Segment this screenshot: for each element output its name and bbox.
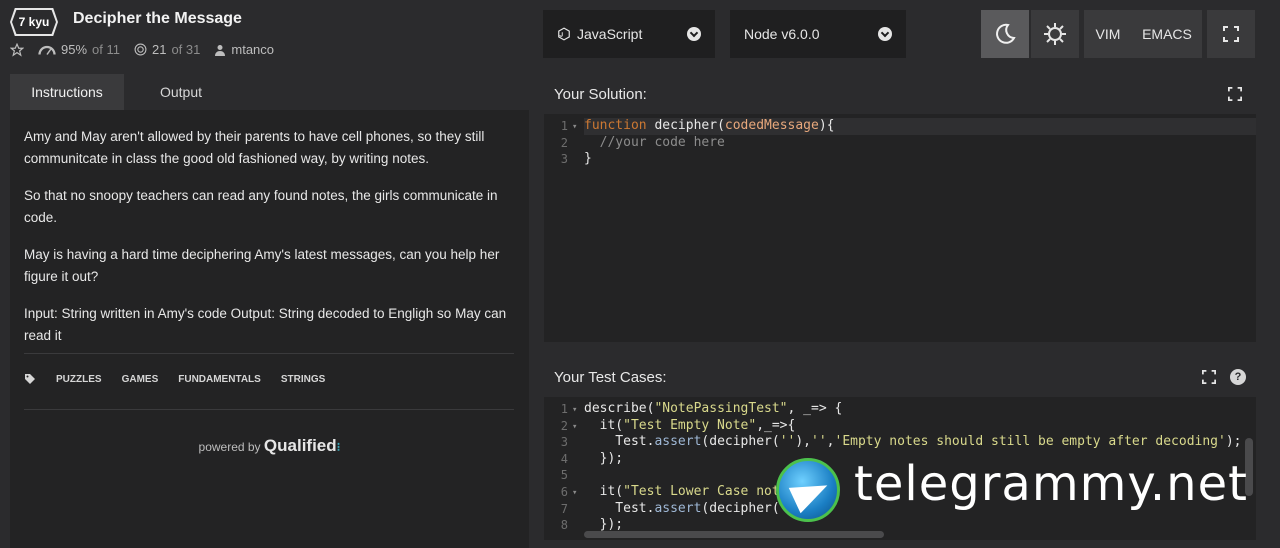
kata-stats: 95% of 11 21 of 31 mtanco: [10, 42, 274, 57]
code-line: 2 ▾ it("Test Empty Note",_=>{: [560, 417, 796, 433]
author-name[interactable]: mtanco: [231, 42, 274, 57]
vim-mode-button[interactable]: VIM: [1084, 10, 1132, 58]
solution-header: Your Solution:: [544, 74, 1256, 114]
code-line: 1 ▾ describe("NotePassingTest", _=> {: [560, 401, 843, 416]
horizontal-scrollbar[interactable]: [584, 531, 884, 538]
chevron-down-icon: [878, 27, 892, 41]
instructions-panel: Instructions Output Amy and May aren't a…: [10, 74, 529, 548]
runtime-select[interactable]: Node v6.0.0: [730, 10, 906, 58]
code-line: 2 //your code here: [560, 134, 725, 150]
telegram-logo: [776, 458, 840, 522]
light-theme-button[interactable]: [1031, 10, 1079, 58]
expand-icon[interactable]: [1228, 87, 1242, 101]
emacs-mode-button[interactable]: EMACS: [1132, 10, 1202, 58]
dark-theme-button[interactable]: [981, 10, 1029, 58]
language-select[interactable]: JavaScript: [543, 10, 715, 58]
expand-icon: [1223, 26, 1239, 42]
description-paragraph: Amy and May aren't allowed by their pare…: [24, 129, 485, 166]
javascript-icon: [558, 27, 570, 41]
tab-instructions[interactable]: Instructions: [10, 74, 124, 110]
solution-code-editor[interactable]: 1 ▾ function decipher(codedMessage){ 2 //y…: [544, 114, 1256, 168]
description-paragraph: Input: String written in Amy's code Outp…: [24, 306, 507, 343]
author-link[interactable]: mtanco: [214, 42, 274, 57]
chevron-down-icon: [687, 27, 701, 41]
panel-tabs: Instructions Output: [10, 74, 529, 110]
kata-editor-screen: 7 kyu Decipher the Message 95% of 11 21 …: [0, 0, 1280, 548]
completed-stat: 21 of 31: [134, 42, 200, 57]
solution-editor-panel: Your Solution: 1 ▾ function decipher(coded…: [544, 74, 1256, 342]
qualified-logo: Qualified: [263, 436, 337, 455]
gear-icon: [1044, 23, 1066, 45]
code-line: 1 ▾ function decipher(codedMessage){: [560, 118, 835, 133]
help-icon[interactable]: ?: [1230, 369, 1246, 385]
code-line: 3 Test.assert(decipher(''),'','Empty not…: [560, 434, 1242, 450]
satisfaction-of: of 11: [92, 42, 120, 57]
qualified-mark: ⁝: [336, 440, 341, 454]
watermark-text: telegrammy.net: [854, 456, 1248, 512]
code-line: 3}: [560, 151, 592, 167]
satisfaction-value: 95%: [61, 42, 88, 57]
tests-title: Your Test Cases:: [554, 368, 667, 386]
completed-value: 21: [151, 42, 167, 57]
tag-games[interactable]: GAMES: [122, 374, 159, 385]
kata-title[interactable]: Decipher the Message: [73, 10, 242, 28]
moon-icon: [996, 23, 1016, 44]
user-icon: [215, 44, 226, 56]
kata-description: Amy and May aren't allowed by their pare…: [24, 126, 514, 362]
tests-header: Your Test Cases: ?: [544, 357, 1256, 397]
tag-strings[interactable]: STRINGS: [281, 374, 325, 385]
divider: [24, 409, 514, 410]
tag-icon: [25, 374, 35, 384]
target-icon: [134, 43, 147, 56]
divider: [24, 353, 514, 354]
runtime-label: Node v6.0.0: [744, 26, 820, 42]
star-icon: [10, 42, 24, 57]
completed-of: of 31: [171, 42, 201, 57]
rank-badge: 7 kyu: [12, 10, 56, 34]
gauge-icon: [38, 45, 56, 55]
watermark: telegrammy.net: [776, 456, 1276, 522]
tag-puzzles[interactable]: PUZZLES: [56, 374, 102, 385]
tag-list: PUZZLES GAMES FUNDAMENTALS STRINGS: [24, 373, 325, 385]
kata-header: 7 kyu Decipher the Message 95% of 11 21 …: [0, 0, 540, 70]
description-paragraph: So that no snoopy teachers can read any …: [24, 188, 498, 225]
tab-output[interactable]: Output: [124, 74, 238, 110]
description-paragraph: May is having a hard time deciphering Am…: [24, 247, 500, 284]
tag-fundamentals[interactable]: FUNDAMENTALS: [178, 374, 261, 385]
expand-icon[interactable]: [1202, 370, 1216, 384]
star-button[interactable]: [10, 42, 24, 57]
powered-by[interactable]: powered by Qualified⁝: [10, 436, 529, 456]
solution-title: Your Solution:: [554, 85, 647, 103]
fullscreen-button[interactable]: [1207, 10, 1255, 58]
language-label: JavaScript: [577, 26, 643, 42]
powered-by-label: powered by: [198, 440, 261, 454]
satisfaction-stat: 95% of 11: [38, 42, 120, 57]
